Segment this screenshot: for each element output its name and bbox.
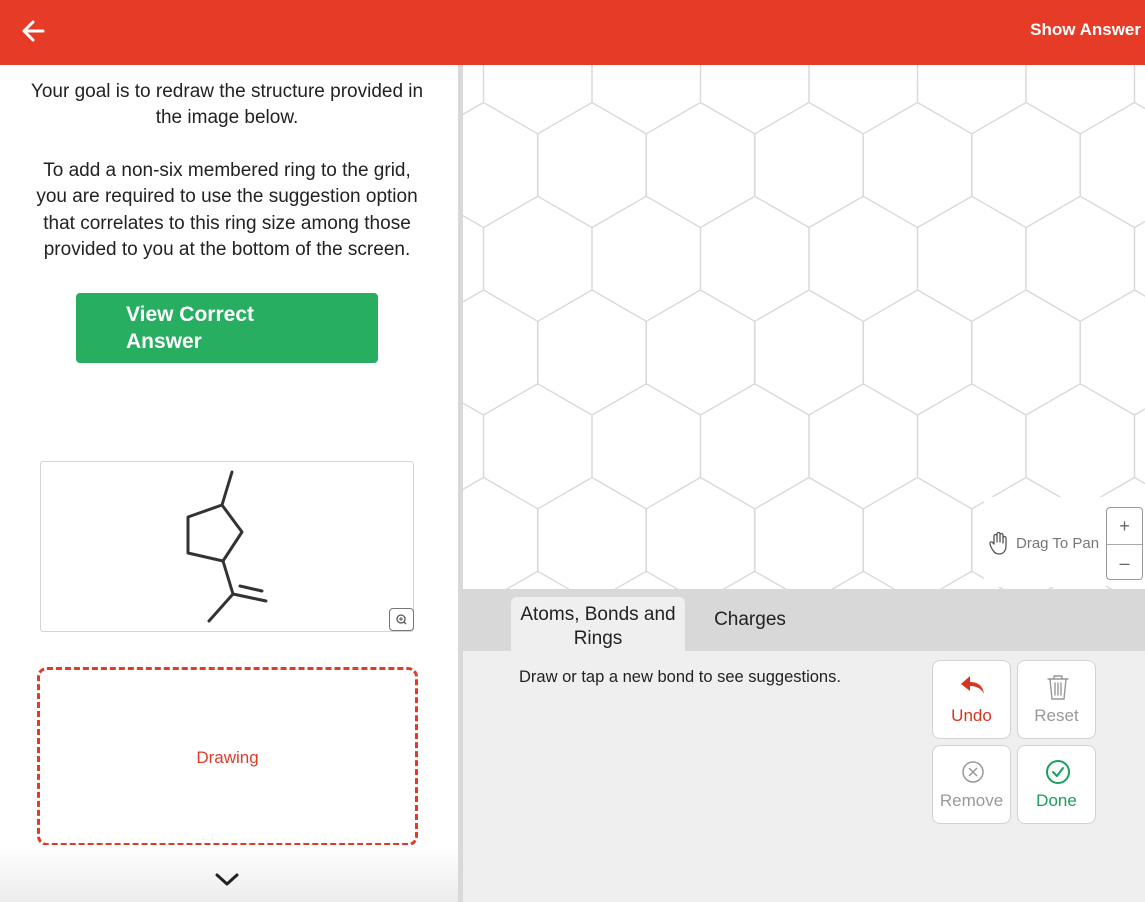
tab-charges[interactable]: Charges <box>695 608 805 632</box>
hand-icon <box>989 531 1007 555</box>
zoom-control: + – <box>1106 507 1143 580</box>
drawing-label: Drawing <box>196 748 259 767</box>
undo-icon <box>961 676 984 694</box>
pan-hint: Drag To Pan <box>984 497 1106 587</box>
close-circle-icon <box>962 761 984 783</box>
undo-button[interactable]: Undo <box>932 660 1011 739</box>
show-answer-button[interactable]: Show Answer <box>1030 20 1141 40</box>
trash-icon <box>1047 675 1069 700</box>
tabs-bar: Atoms, Bonds and Rings Charges <box>463 589 1145 651</box>
remove-label: Remove <box>939 791 1004 810</box>
pan-label: Drag To Pan <box>1016 535 1100 552</box>
zoom-out-button[interactable]: – <box>1107 544 1142 580</box>
ring-instruction: To add a non-six membered ring to the gr… <box>36 160 418 260</box>
magnify-plus-icon <box>396 614 407 625</box>
reset-label: Reset <box>1034 706 1079 725</box>
goal-instruction: Your goal is to redraw the structure pro… <box>30 81 424 129</box>
undo-label: Undo <box>951 706 992 725</box>
top-bar: Show Answer <box>0 0 1145 65</box>
reset-button[interactable]: Reset <box>1017 660 1096 739</box>
remove-button[interactable]: Remove <box>932 745 1011 824</box>
tool-panel: Atoms, Bonds and Rings Charges Draw or t… <box>463 589 1145 902</box>
drawing-canvas[interactable]: Drag To Pan + – <box>463 65 1145 589</box>
zoom-preview-button[interactable] <box>389 608 414 631</box>
check-circle-icon <box>1046 760 1070 784</box>
molecule-preview <box>40 461 414 632</box>
view-correct-answer-button[interactable]: View Correct Answer <box>76 293 378 363</box>
drawing-preview[interactable]: Drawing <box>37 667 418 846</box>
chevron-down-icon[interactable] <box>213 871 241 889</box>
done-label: Done <box>1036 791 1077 810</box>
tab-atoms-bonds-rings[interactable]: Atoms, Bonds and Rings <box>511 597 685 651</box>
suggestion-hint: Draw or tap a new bond to see suggestion… <box>519 668 841 686</box>
molecule-structure <box>186 470 268 623</box>
arrow-left-icon[interactable] <box>18 16 48 46</box>
zoom-in-button[interactable]: + <box>1107 508 1142 544</box>
done-button[interactable]: Done <box>1017 745 1096 824</box>
left-panel: Your goal is to redraw the structure pro… <box>0 65 458 902</box>
